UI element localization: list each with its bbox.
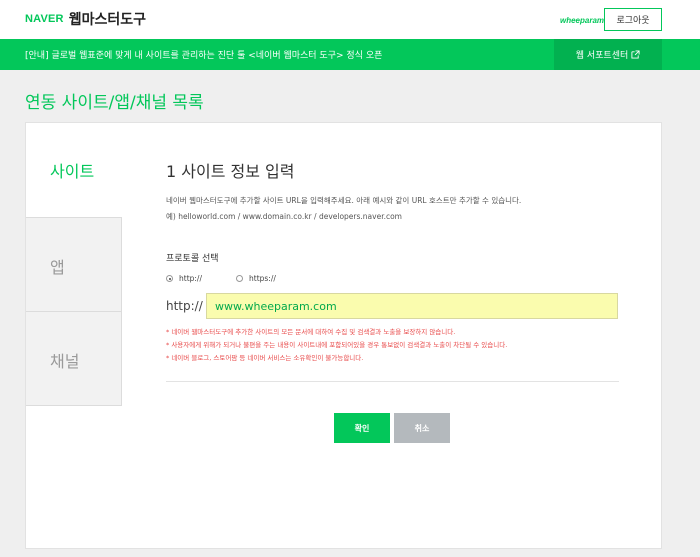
sidebar-item-label: 앱 — [50, 258, 65, 277]
logo[interactable]: NAVER 웹마스터도구 — [25, 9, 146, 29]
product-title: 웹마스터도구 — [68, 12, 146, 28]
logout-button[interactable]: 로그아웃 — [604, 8, 662, 31]
protocol-prefix: http:// — [166, 299, 203, 313]
sidebar-item-app[interactable]: 앱 — [26, 217, 122, 312]
notes: * 네이버 웹마스터도구에 추가한 사이트의 모든 문서에 대하여 수집 및 검… — [166, 326, 507, 365]
notice-bar: [안내] 글로벌 웹표준에 맞게 내 사이트를 관리하는 진단 툴 <네이버 웹… — [0, 39, 700, 70]
user-id: wheeparam — [560, 16, 605, 25]
note-item: * 네이버 블로그, 스토어팜 등 네이버 서비스는 소유확인이 불가능합니다. — [166, 354, 364, 362]
external-link-icon — [631, 50, 640, 59]
support-center-label: 웹 서포트센터 — [575, 51, 629, 61]
step-title: 1 사이트 정보 입력 — [166, 162, 295, 181]
divider — [166, 381, 619, 382]
radio-label: https:// — [249, 274, 276, 283]
naver-brand: NAVER — [25, 13, 64, 25]
site-url-input[interactable] — [206, 293, 618, 319]
note-item: * 사용자에게 위해가 되거나 불편을 주는 내용이 사이트내에 포함되어있을 … — [166, 341, 508, 349]
radio-https[interactable]: https:// — [236, 274, 276, 283]
form-example: 예) helloworld.com / www.domain.co.kr / d… — [166, 212, 402, 221]
sidebar-item-label: 채널 — [50, 352, 80, 371]
cancel-button[interactable]: 취소 — [394, 413, 450, 443]
main-card: 사이트 앱 채널 1 사이트 정보 입력 네이버 웹마스터도구에 추가할 사이트… — [25, 122, 662, 549]
radio-unchecked-icon — [236, 275, 243, 282]
sidebar-item-label: 사이트 — [50, 162, 95, 181]
confirm-button[interactable]: 확인 — [334, 413, 390, 443]
note-item: * 네이버 웹마스터도구에 추가한 사이트의 모든 문서에 대하여 수집 및 검… — [166, 328, 456, 336]
radio-http[interactable]: http:// — [166, 274, 202, 283]
top-header: NAVER 웹마스터도구 wheeparam 님 로그아웃 — [0, 0, 700, 39]
notice-text[interactable]: [안내] 글로벌 웹표준에 맞게 내 사이트를 관리하는 진단 툴 <네이버 웹… — [25, 48, 382, 61]
protocol-label: 프로토콜 선택 — [166, 254, 219, 264]
page-title: 연동 사이트/앱/채널 목록 — [25, 93, 204, 113]
radio-label: http:// — [179, 274, 202, 283]
support-center-button[interactable]: 웹 서포트센터 — [554, 39, 662, 70]
sidebar-item-channel[interactable]: 채널 — [26, 311, 122, 406]
radio-checked-icon — [166, 275, 173, 282]
form-description: 네이버 웹마스터도구에 추가할 사이트 URL을 입력해주세요. 아래 예시와 … — [166, 196, 522, 205]
sidebar-item-site[interactable]: 사이트 — [26, 123, 122, 217]
